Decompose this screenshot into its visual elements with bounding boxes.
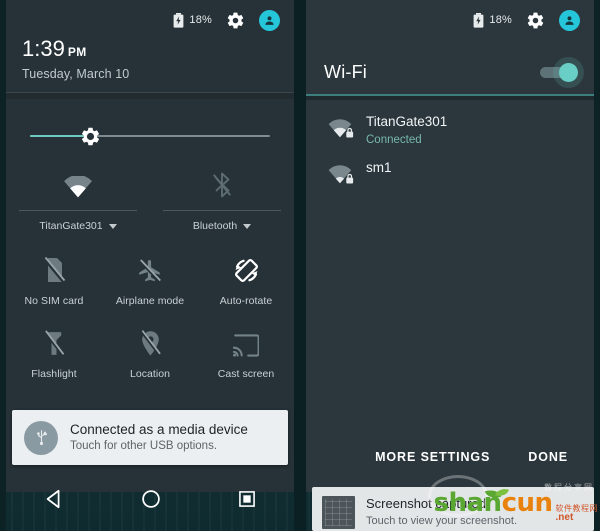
battery-level-label: 18% — [189, 14, 212, 26]
tile-auto-rotate-label: Auto-rotate — [219, 295, 273, 307]
gear-icon[interactable] — [226, 11, 245, 30]
usb-notification-title: Connected as a media device — [70, 421, 248, 437]
tile-underline — [19, 210, 137, 211]
wifi-toggle[interactable] — [538, 61, 578, 83]
wifi-ssid: TitanGate301 — [366, 114, 448, 129]
time-value: 1:39 — [22, 36, 65, 61]
wifi-network-text: TitanGate301 Connected — [366, 114, 447, 148]
usb-notification-card[interactable]: Connected as a media device Touch for ot… — [12, 410, 288, 465]
usb-notification-text: Connected as a media device Touch for ot… — [70, 422, 248, 454]
usb-notification-subtitle: Touch for other USB options. — [70, 440, 218, 453]
gear-icon[interactable] — [526, 11, 545, 30]
wifi-header: Wi-Fi — [306, 52, 594, 92]
user-avatar-icon[interactable] — [259, 9, 280, 31]
more-settings-button[interactable]: MORE SETTINGS — [373, 444, 492, 470]
wifi-lock-icon — [328, 114, 362, 146]
wifi-header-shadow — [306, 96, 594, 100]
wifi-title: Wi-Fi — [324, 61, 367, 82]
bluetooth-off-icon — [211, 166, 233, 198]
status-bar-right: 18% — [306, 0, 594, 40]
wifi-network-item[interactable]: sm1 — [306, 154, 594, 198]
screenshot-notification-subtitle: Touch to view your screenshot. — [366, 514, 518, 527]
airplane-off-icon — [137, 250, 163, 284]
done-button[interactable]: DONE — [526, 444, 570, 470]
wifi-action-buttons: MORE SETTINGS DONE — [306, 444, 594, 470]
screenshot-notification-card[interactable]: Screenshot captured. Touch to view your … — [312, 487, 594, 531]
cast-screen-icon — [233, 323, 259, 357]
clock-block: 1:39 PM Tuesday, March 10 — [22, 38, 130, 82]
wifi-icon — [63, 166, 93, 198]
tile-flashlight[interactable]: Flashlight — [6, 323, 102, 385]
screenshot-notification-text: Screenshot captured. Touch to view your … — [366, 496, 517, 527]
wifi-network-text: sm1 — [366, 160, 392, 176]
tile-no-sim-card-label: No SIM card — [24, 295, 84, 307]
screenshot-notification-title: Screenshot captured. — [366, 496, 490, 511]
person-glyph-icon — [565, 15, 574, 25]
screenshot-thumbnail — [322, 496, 355, 529]
quick-tiles-row-3: Flashlight Location Cast screen — [6, 323, 294, 385]
navigation-bar — [6, 477, 294, 521]
tile-cast-screen-label: Cast screen — [217, 368, 275, 380]
chevron-down-icon[interactable] — [243, 223, 252, 229]
recents-square-icon[interactable] — [237, 489, 257, 509]
panel-seam — [294, 0, 306, 531]
toggle-thumb — [559, 63, 578, 82]
tile-bluetooth-detail[interactable]: Bluetooth — [163, 198, 281, 232]
wifi-network-item[interactable]: TitanGate301 Connected — [306, 108, 594, 154]
battery-level-label: 18% — [489, 14, 512, 26]
slider-fill — [30, 135, 86, 137]
tile-flashlight-label: Flashlight — [31, 368, 77, 380]
tile-underline — [163, 210, 281, 211]
time-ampm: PM — [67, 45, 87, 59]
current-date: Tuesday, March 10 — [22, 67, 130, 81]
wifi-lock-icon — [328, 160, 362, 192]
battery-charging-icon — [473, 12, 484, 28]
tile-no-sim-card[interactable]: No SIM card — [6, 250, 102, 312]
tile-location-label: Location — [129, 368, 171, 380]
tile-wifi[interactable]: TitanGate301 — [6, 166, 150, 232]
user-avatar-icon[interactable] — [559, 9, 580, 31]
sim-card-off-icon — [42, 250, 66, 284]
tile-location[interactable]: Location — [102, 323, 198, 385]
battery-charging-icon — [173, 12, 184, 28]
quick-tiles-row-1: TitanGate301 Bluetooth — [6, 166, 294, 232]
quick-tiles-row-2: No SIM card Airplane mode Auto-rotate — [6, 250, 294, 312]
battery-status: 18% — [173, 12, 212, 28]
tile-auto-rotate[interactable]: Auto-rotate — [198, 250, 294, 312]
brightness-gear-icon[interactable] — [80, 126, 101, 152]
person-glyph-icon — [265, 15, 274, 25]
battery-status: 18% — [473, 12, 512, 28]
chevron-down-icon[interactable] — [108, 223, 117, 229]
tile-cast-screen[interactable]: Cast screen — [198, 323, 294, 385]
flashlight-off-icon — [43, 323, 65, 357]
auto-rotate-icon — [233, 250, 260, 284]
tile-bluetooth[interactable]: Bluetooth — [150, 166, 294, 232]
status-bar-left: 18% — [6, 0, 294, 40]
wifi-network-list: TitanGate301 Connected sm1 — [306, 108, 594, 198]
current-time: 1:39 PM — [22, 38, 129, 60]
tile-bluetooth-label: Bluetooth — [192, 220, 238, 232]
left-screen-edge — [0, 0, 6, 531]
screenshot-root: 18% 1:39 PM Tuesday, March 10 TitanGate3… — [0, 0, 600, 531]
header-shadow-strip — [6, 93, 294, 99]
right-screen-edge — [594, 0, 600, 531]
location-off-icon — [139, 323, 162, 357]
wifi-connection-state: Connected — [366, 134, 422, 147]
home-circle-icon[interactable] — [140, 488, 162, 510]
wifi-ssid: sm1 — [366, 159, 392, 175]
brightness-slider[interactable] — [30, 125, 270, 147]
tile-wifi-detail[interactable]: TitanGate301 — [19, 198, 137, 232]
tile-airplane-mode[interactable]: Airplane mode — [102, 250, 198, 312]
usb-icon — [24, 420, 58, 455]
tile-wifi-label: TitanGate301 — [39, 220, 103, 232]
wifi-settings-panel: 18% Wi-Fi TitanGate301 Connected sm1 MOR… — [306, 0, 594, 492]
back-triangle-icon[interactable] — [43, 488, 65, 510]
tile-airplane-mode-label: Airplane mode — [115, 295, 185, 307]
